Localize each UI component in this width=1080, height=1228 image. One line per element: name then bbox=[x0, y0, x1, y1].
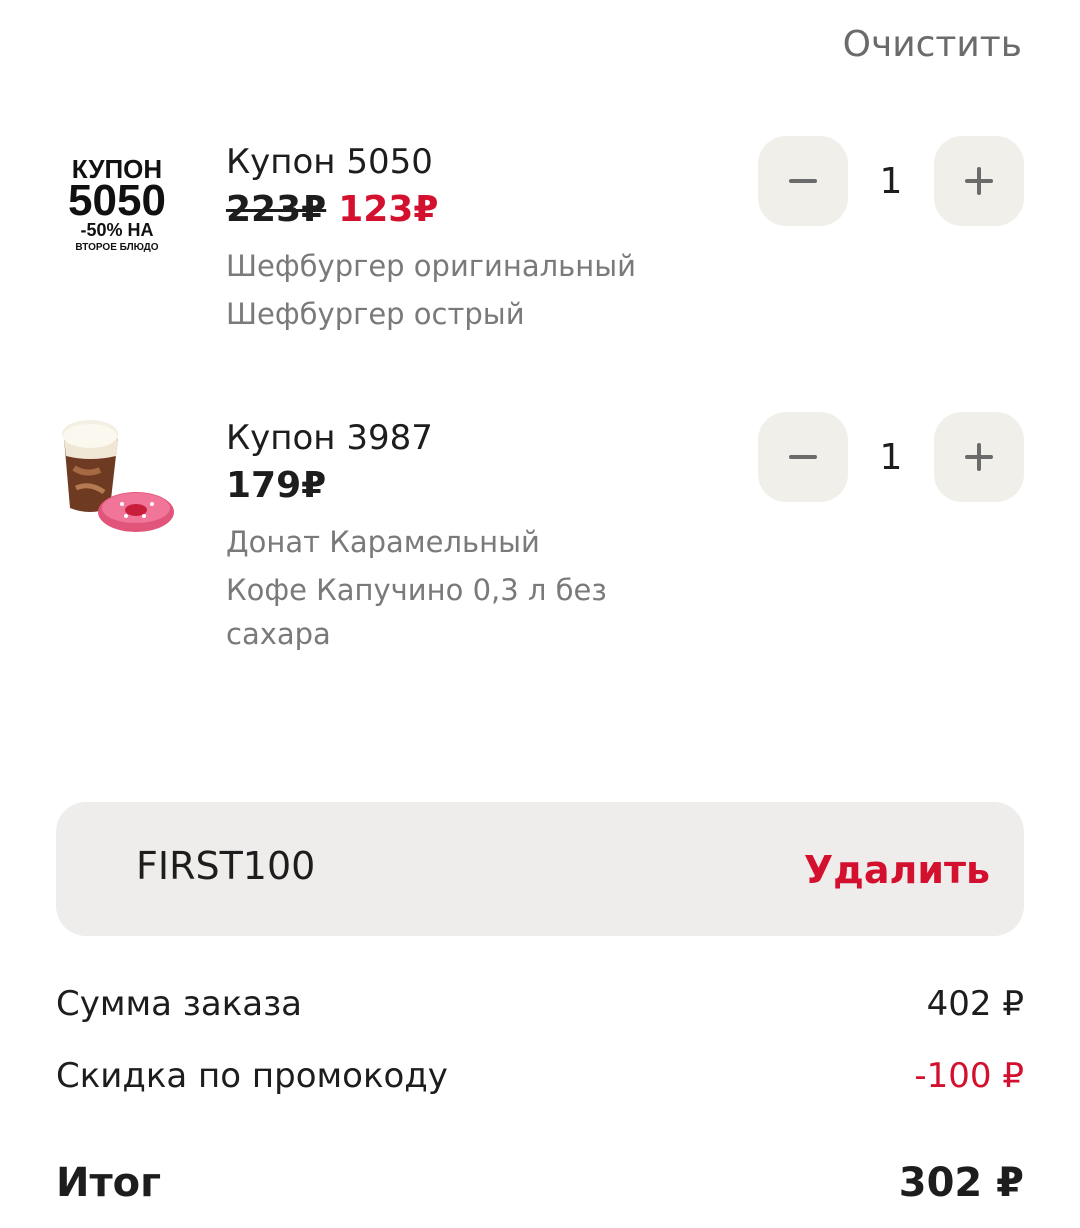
coupon-image-text: -50% НА bbox=[80, 220, 153, 240]
coupon-image-text: ВТОРОЕ БЛЮДО bbox=[75, 242, 158, 253]
discount-row: Скидка по промокоду -100 ₽ bbox=[56, 1056, 1024, 1096]
item-price-value: 179₽ bbox=[226, 465, 327, 506]
increase-button[interactable] bbox=[934, 136, 1024, 226]
item-desc-line: Донат Карамельный bbox=[226, 525, 540, 559]
item-price: 179₽ bbox=[226, 460, 726, 512]
decrease-button[interactable] bbox=[758, 412, 848, 502]
decrease-button[interactable] bbox=[758, 136, 848, 226]
plus-icon bbox=[965, 167, 993, 195]
quantity-stepper: 1 bbox=[758, 412, 1024, 502]
item-desc-line: Шефбургер оригинальный bbox=[226, 249, 636, 283]
coupon-5050-image: КУПОН 5050 -50% НА ВТОРОЕ БЛЮДО bbox=[56, 150, 178, 272]
quantity-value: 1 bbox=[879, 437, 903, 478]
promo-code-value: FIRST100 bbox=[136, 844, 316, 888]
subtotal-value: 402 ₽ bbox=[926, 984, 1024, 1024]
coupon-image-text: 5050 bbox=[68, 176, 166, 225]
minus-icon bbox=[789, 179, 817, 183]
clear-cart-button[interactable]: Очистить bbox=[843, 24, 1022, 65]
plus-icon bbox=[965, 443, 993, 471]
item-info: Купон 5050 223₽ 123₽ Шефбургер оригинальн… bbox=[226, 140, 726, 338]
item-info: Купон 3987 179₽ Донат Карамельный Кофе К… bbox=[226, 416, 726, 658]
total-value: 302 ₽ bbox=[898, 1160, 1024, 1206]
minus-icon bbox=[789, 455, 817, 459]
item-price-old: 223₽ bbox=[226, 189, 327, 230]
total-row: Итог 302 ₽ bbox=[56, 1160, 1024, 1206]
item-desc-line: Шефбургер острый bbox=[226, 297, 525, 331]
subtotal-label: Сумма заказа bbox=[56, 984, 303, 1024]
subtotal-row: Сумма заказа 402 ₽ bbox=[56, 984, 1024, 1024]
coffee-donut-image bbox=[56, 412, 178, 534]
remove-promo-button[interactable]: Удалить bbox=[804, 848, 990, 892]
item-desc-line: сахара bbox=[226, 617, 331, 651]
discount-label: Скидка по промокоду bbox=[56, 1056, 448, 1096]
item-price: 223₽ 123₽ bbox=[226, 184, 726, 236]
increase-button[interactable] bbox=[934, 412, 1024, 502]
item-price-new: 123₽ bbox=[338, 189, 439, 230]
total-label: Итог bbox=[56, 1160, 162, 1206]
item-title: Купон 3987 bbox=[226, 418, 433, 458]
quantity-value: 1 bbox=[879, 161, 903, 202]
item-title: Купон 5050 bbox=[226, 142, 433, 182]
discount-value: -100 ₽ bbox=[914, 1056, 1024, 1096]
promo-code-field: FIRST100 Удалить bbox=[56, 802, 1024, 936]
item-desc-line: Кофе Капучино 0,3 л без bbox=[226, 573, 607, 607]
quantity-stepper: 1 bbox=[758, 136, 1024, 226]
